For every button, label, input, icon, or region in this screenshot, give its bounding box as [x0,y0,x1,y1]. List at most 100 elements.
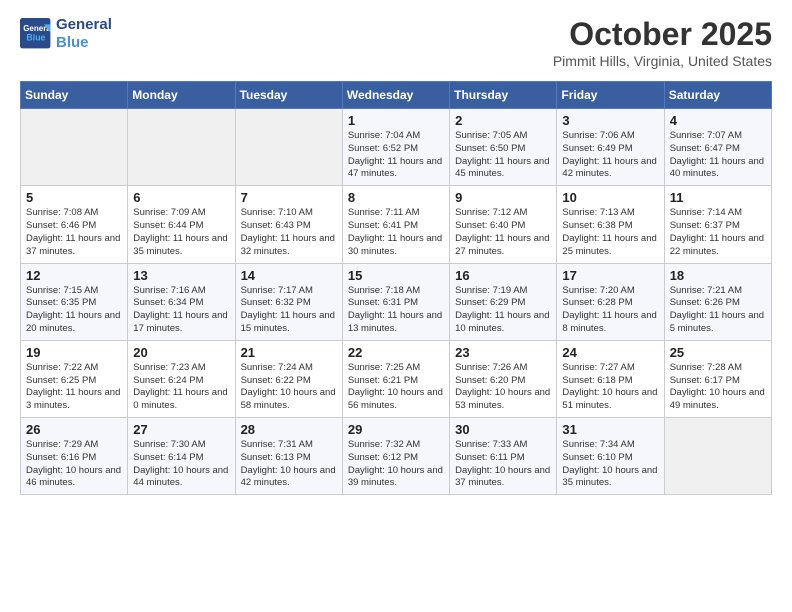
day-info: Sunrise: 7:27 AM [562,362,658,375]
calendar-cell: 14 Sunrise: 7:17 AMSunset: 6:32 PMDayligh… [235,263,342,340]
day-number: 20 [133,345,229,360]
day-number: 7 [241,190,337,205]
calendar-cell: 16Sunrise: 7:19 AMSunset: 6:29 PMDayligh… [450,263,557,340]
day-info: Sunset: 6:17 PM [670,375,766,388]
day-info: Sunrise: 7:12 AM [455,207,551,220]
day-number: 1 [348,113,444,128]
day-info: Daylight: 10 hours and 44 minutes. [133,465,229,491]
day-info: Sunrise: 7:10 AM [241,207,337,220]
day-info: Sunset: 6:50 PM [455,143,551,156]
calendar-cell: 22Sunrise: 7:25 AMSunset: 6:21 PMDayligh… [342,340,449,417]
day-info: Sunset: 6:26 PM [670,297,766,310]
day-number: 27 [133,422,229,437]
calendar-header-row: SundayMondayTuesdayWednesdayThursdayFrid… [21,82,772,109]
day-number: 17 [562,268,658,283]
day-info: Daylight: 11 hours and 8 minutes. [562,310,658,336]
header-saturday: Saturday [664,82,771,109]
day-info: Sunset: 6:49 PM [562,143,658,156]
day-info: Sunrise: 7:09 AM [133,207,229,220]
day-number: 10 [562,190,658,205]
day-info: Daylight: 10 hours and 49 minutes. [670,387,766,413]
calendar-cell: 1Sunrise: 7:04 AMSunset: 6:52 PMDaylight… [342,109,449,186]
calendar-cell: 26Sunrise: 7:29 AMSunset: 6:16 PMDayligh… [21,418,128,495]
calendar-week-row: 19Sunrise: 7:22 AMSunset: 6:25 PMDayligh… [21,340,772,417]
day-number: 8 [348,190,444,205]
day-info: Daylight: 11 hours and 17 minutes. [133,310,229,336]
day-info: Sunrise: 7:04 AM [348,130,444,143]
location-subtitle: Pimmit Hills, Virginia, United States [553,53,772,69]
day-info: Sunset: 6:40 PM [455,220,551,233]
day-info: Daylight: 11 hours and 5 minutes. [670,310,766,336]
day-info: Sunset: 6:31 PM [348,297,444,310]
day-info: Sunset: 6:43 PM [241,220,337,233]
calendar-week-row: 12Sunrise: 7:15 AMSunset: 6:35 PMDayligh… [21,263,772,340]
day-info: Sunset: 6:12 PM [348,452,444,465]
day-number: 4 [670,113,766,128]
day-info: Sunrise: 7:14 AM [670,207,766,220]
day-info: Sunset: 6:24 PM [133,375,229,388]
day-info: Daylight: 11 hours and 37 minutes. [26,233,122,259]
calendar-cell: 29Sunrise: 7:32 AMSunset: 6:12 PMDayligh… [342,418,449,495]
day-info: Sunset: 6:25 PM [26,375,122,388]
day-info: Sunrise: 7:06 AM [562,130,658,143]
day-info: Daylight: 11 hours and 42 minutes. [562,156,658,182]
day-info: Sunrise: 7:13 AM [562,207,658,220]
day-info: Daylight: 11 hours and 25 minutes. [562,233,658,259]
calendar-cell: 17Sunrise: 7:20 AMSunset: 6:28 PMDayligh… [557,263,664,340]
day-info: Daylight: 10 hours and 46 minutes. [26,465,122,491]
calendar-cell: 21Sunrise: 7:24 AMSunset: 6:22 PMDayligh… [235,340,342,417]
calendar-cell: 30Sunrise: 7:33 AMSunset: 6:11 PMDayligh… [450,418,557,495]
day-number: 31 [562,422,658,437]
day-info: Sunset: 6:10 PM [562,452,658,465]
calendar-cell: 3 Sunrise: 7:06 AMSunset: 6:49 PMDaylight… [557,109,664,186]
day-info: Daylight: 11 hours and 35 minutes. [133,233,229,259]
day-info: Sunset: 6:35 PM [26,297,122,310]
day-info: Sunrise: 7:17 AM [241,285,337,298]
day-number: 28 [241,422,337,437]
day-info: Sunrise: 7:08 AM [26,207,122,220]
logo-blue: Blue [56,34,112,52]
day-info: Daylight: 10 hours and 42 minutes. [241,465,337,491]
calendar-cell: 13Sunrise: 7:16 AMSunset: 6:34 PMDayligh… [128,263,235,340]
calendar-cell: 28Sunrise: 7:31 AMSunset: 6:13 PMDayligh… [235,418,342,495]
day-info: Sunrise: 7:19 AM [455,285,551,298]
day-number: 22 [348,345,444,360]
calendar-cell: 18Sunrise: 7:21 AMSunset: 6:26 PMDayligh… [664,263,771,340]
day-number: 9 [455,190,551,205]
page: General Blue General Blue October 2025 P… [0,0,792,515]
calendar-cell: 7 Sunrise: 7:10 AMSunset: 6:43 PMDaylight… [235,186,342,263]
calendar-cell [664,418,771,495]
day-info: Daylight: 11 hours and 10 minutes. [455,310,551,336]
logo-icon: General Blue [20,18,52,50]
day-number: 6 [133,190,229,205]
day-number: 14 [241,268,337,283]
calendar-cell: 25Sunrise: 7:28 AMSunset: 6:17 PMDayligh… [664,340,771,417]
logo: General Blue General Blue [20,16,112,52]
svg-text:Blue: Blue [26,32,45,42]
day-number: 3 [562,113,658,128]
day-info: Sunset: 6:16 PM [26,452,122,465]
calendar-cell: 2Sunrise: 7:05 AMSunset: 6:50 PMDaylight… [450,109,557,186]
month-title: October 2025 [553,16,772,53]
calendar-cell: 12Sunrise: 7:15 AMSunset: 6:35 PMDayligh… [21,263,128,340]
day-info: Daylight: 11 hours and 32 minutes. [241,233,337,259]
day-info: Sunset: 6:38 PM [562,220,658,233]
logo-general: General [56,16,112,34]
day-number: 24 [562,345,658,360]
day-info: Sunset: 6:32 PM [241,297,337,310]
day-info: Sunrise: 7:16 AM [133,285,229,298]
day-number: 21 [241,345,337,360]
day-number: 18 [670,268,766,283]
day-info: Daylight: 11 hours and 22 minutes. [670,233,766,259]
day-info: Sunset: 6:29 PM [455,297,551,310]
calendar-cell: 19Sunrise: 7:22 AMSunset: 6:25 PMDayligh… [21,340,128,417]
day-info: Daylight: 11 hours and 15 minutes. [241,310,337,336]
calendar-cell: 4Sunrise: 7:07 AMSunset: 6:47 PMDaylight… [664,109,771,186]
day-info: Sunset: 6:44 PM [133,220,229,233]
day-info: Sunset: 6:20 PM [455,375,551,388]
day-info: Daylight: 11 hours and 13 minutes. [348,310,444,336]
calendar-table: SundayMondayTuesdayWednesdayThursdayFrid… [20,81,772,495]
day-info: Daylight: 11 hours and 40 minutes. [670,156,766,182]
day-info: Sunset: 6:18 PM [562,375,658,388]
day-info: Sunrise: 7:28 AM [670,362,766,375]
